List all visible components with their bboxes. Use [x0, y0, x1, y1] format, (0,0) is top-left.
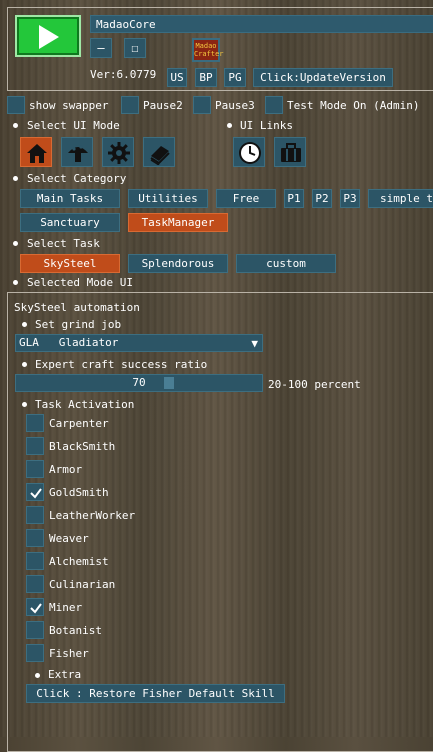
bullet [22, 322, 27, 327]
job-label: LeatherWorker [49, 509, 136, 522]
category-free[interactable]: Free [216, 189, 276, 208]
job-label: Miner [49, 601, 83, 614]
check-icon [30, 603, 42, 614]
pause3-label: Pause3 [215, 99, 255, 112]
settings-mode-button[interactable] [102, 137, 134, 167]
craft-ratio-slider[interactable]: 70 [15, 374, 263, 392]
mushroom-mode-button[interactable] [61, 137, 93, 167]
bullet [13, 241, 18, 246]
show-swapper-label: show swapper [29, 99, 109, 112]
task-custom[interactable]: custom [236, 254, 336, 273]
show-swapper-checkbox[interactable] [7, 96, 25, 114]
task-heading: Select Task [27, 237, 100, 250]
ui-mode-heading: Select UI Mode [27, 119, 120, 132]
category-utilities[interactable]: Utilities [128, 189, 208, 208]
check-icon [30, 488, 42, 499]
job-label: Weaver [49, 532, 89, 545]
job-checkbox-goldsmith[interactable] [26, 483, 44, 501]
job-checkbox-blacksmith[interactable] [26, 437, 44, 455]
grind-job-value: GLA Gladiator [19, 336, 119, 349]
category-p3[interactable]: P3 [340, 189, 360, 208]
job-checkbox-botanist[interactable] [26, 621, 44, 639]
bullet [22, 362, 27, 367]
minimize-button[interactable]: — [90, 38, 112, 58]
grind-job-label: Set grind job [35, 318, 122, 331]
dropdown-arrow-icon: ▼ [251, 337, 258, 350]
task-skysteel[interactable]: SkySteel [20, 254, 120, 273]
briefcase-icon [281, 143, 301, 162]
task-splendorous[interactable]: Splendorous [128, 254, 228, 273]
craft-ratio-unit: 20-100 percent [268, 378, 361, 391]
job-label: BlackSmith [49, 440, 116, 453]
update-version-button[interactable]: Click:UpdateVersion [253, 68, 393, 87]
gear-icon [108, 142, 130, 164]
job-checkbox-culinarian[interactable] [26, 575, 44, 593]
region-button-us[interactable]: US [167, 68, 187, 87]
home-mode-button[interactable] [20, 137, 52, 167]
automation-title: SkySteel automation [14, 301, 140, 314]
category-task-manager[interactable]: TaskManager [128, 213, 228, 232]
play-button[interactable] [15, 15, 81, 57]
briefcase-link-button[interactable] [274, 137, 306, 167]
pause3-checkbox[interactable] [193, 96, 211, 114]
bullet [13, 280, 18, 285]
version-label: Ver:6.0779 [90, 68, 157, 81]
region-button-pg[interactable]: PG [224, 68, 246, 87]
books-icon [150, 146, 170, 165]
job-checkbox-miner[interactable] [26, 598, 44, 616]
play-icon [39, 25, 59, 49]
job-label: Botanist [49, 624, 102, 637]
craft-ratio-value: 70 [132, 376, 146, 389]
app-name-field: MadaoCore [90, 15, 433, 33]
pause2-checkbox[interactable] [121, 96, 139, 114]
extra-label: Extra [48, 668, 82, 681]
clock-icon [239, 142, 261, 164]
job-label: GoldSmith [49, 486, 109, 499]
mushroom-icon [68, 145, 88, 162]
job-label: Fisher [49, 647, 89, 660]
category-sanctuary[interactable]: Sanctuary [20, 213, 120, 232]
job-label: Carpenter [49, 417, 109, 430]
bullet [227, 123, 232, 128]
category-heading: Select Category [27, 172, 127, 185]
job-checkbox-leatherworker[interactable] [26, 506, 44, 524]
category-p1[interactable]: P1 [284, 189, 304, 208]
ui-links-heading: UI Links [240, 119, 293, 132]
category-main-tasks[interactable]: Main Tasks [20, 189, 120, 208]
bullet [35, 673, 40, 678]
category-simple[interactable]: simple t [368, 189, 433, 208]
books-mode-button[interactable] [143, 137, 175, 167]
slider-grab[interactable] [164, 377, 174, 389]
job-checkbox-carpenter[interactable] [26, 414, 44, 432]
grind-job-dropdown[interactable]: GLA Gladiator ▼ [15, 334, 263, 352]
clock-link-button[interactable] [233, 137, 265, 167]
restore-fisher-skill-button[interactable]: Click : Restore Fisher Default Skill [26, 684, 285, 703]
job-checkbox-fisher[interactable] [26, 644, 44, 662]
bullet [13, 123, 18, 128]
bullet [22, 402, 27, 407]
region-button-bp[interactable]: BP [195, 68, 217, 87]
category-p2[interactable]: P2 [312, 189, 332, 208]
madao-logo-thumbnail[interactable]: Madao Crafter [192, 38, 224, 62]
selected-mode-heading: Selected Mode UI [27, 276, 133, 289]
job-checkbox-alchemist[interactable] [26, 552, 44, 570]
job-label: Culinarian [49, 578, 116, 591]
job-checkbox-weaver[interactable] [26, 529, 44, 547]
maximize-button[interactable]: ☐ [124, 38, 146, 58]
pause2-label: Pause2 [143, 99, 183, 112]
job-label: Alchemist [49, 555, 109, 568]
job-checkbox-armor[interactable] [26, 460, 44, 478]
job-label: Armor [49, 463, 83, 476]
bullet [13, 176, 18, 181]
craft-ratio-label: Expert craft success ratio [35, 358, 208, 371]
test-mode-checkbox[interactable] [265, 96, 283, 114]
home-icon [27, 144, 47, 163]
task-activation-label: Task Activation [35, 398, 135, 411]
test-mode-label: Test Mode On (Admin) [287, 99, 420, 112]
